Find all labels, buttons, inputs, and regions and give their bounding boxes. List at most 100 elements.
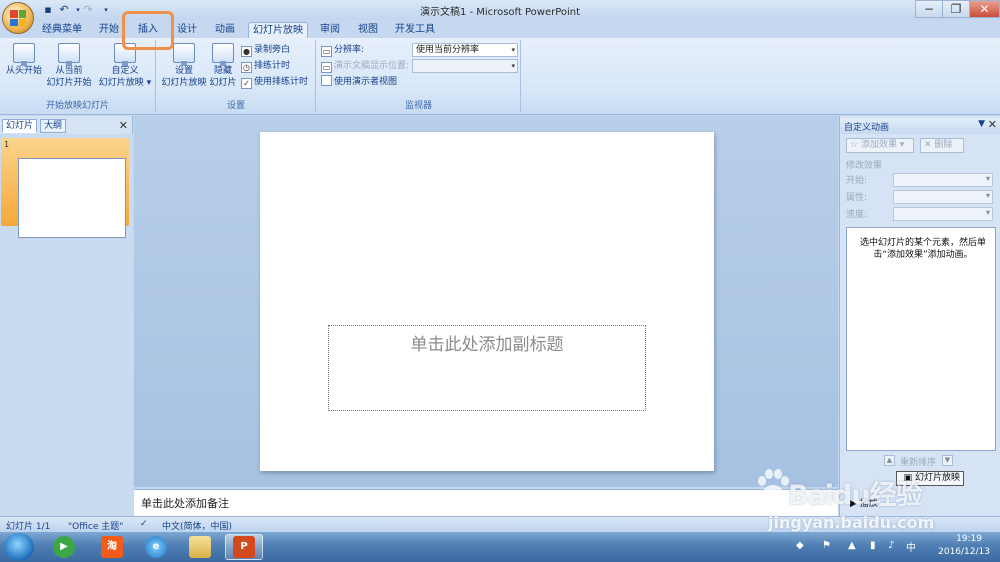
reorder-label: 重新排序 [900,458,937,468]
use-rehearsed-timings-checkbox[interactable]: ✓ 使用排练计时 [241,75,308,89]
signal-icon[interactable]: ▮ [870,540,876,551]
volume-icon[interactable]: ♪ [888,540,894,551]
tab-developer[interactable]: 开发工具 [392,22,438,39]
start-button[interactable] [4,533,34,561]
taskbar-taobao[interactable]: 淘 [93,534,131,560]
slide-editing-area: 单击此处添加副标题 [134,116,838,487]
speed-select[interactable] [893,207,993,221]
setup-label-1: 设置 [174,66,193,76]
tab-outline[interactable]: 大纲 [40,119,67,133]
taobao-icon: 淘 [101,536,123,558]
from-current-label-1: 从当前 [55,66,83,76]
remove-button[interactable]: ✕ 删除 [920,138,964,153]
tab-view[interactable]: 视图 [353,22,383,39]
clock-time[interactable]: 19:19 [956,534,982,544]
taskbar-ie[interactable]: e [137,534,175,560]
from-beginning-label: 从头开始 [5,66,42,76]
insert-tab-highlight [122,11,174,50]
group-label-monitors: 监视器 [404,101,432,111]
tab-slides[interactable]: 幻灯片 [2,119,38,133]
tab-slide-show[interactable]: 幻灯片放映 [248,22,308,39]
from-current-label-2: 幻灯片开始 [46,78,92,88]
add-effect-button[interactable]: ☆ 添加效果 ▾ [846,138,914,153]
presenter-view-checkbox[interactable]: 使用演示者视图 [321,75,397,89]
close-button[interactable]: ✕ [969,0,1000,18]
use-rehearsed-timings-label: 使用排练计时 [254,77,309,87]
clock-date[interactable]: 2016/12/13 [938,547,990,557]
taskbar-explorer[interactable] [181,534,219,560]
microphone-icon: ● [241,46,252,57]
tab-classic-menu[interactable]: 经典菜单 [40,22,84,39]
taskbar-media-player[interactable]: ▶ [45,534,83,560]
flag-icon[interactable]: ▲ [848,540,856,551]
monitor-icon: ▭ [321,46,332,57]
spell-check-icon[interactable]: ✓ [140,519,148,529]
system-tray: ◆ ⚑ ▲ ▮ ♪ 中 19:19 2016/12/13 [770,532,1000,562]
projector-icon [13,43,35,66]
monitor-icon: ▭ [321,62,332,73]
resolution-label-text: 分辨率: [334,45,365,55]
language[interactable]: 中文(简体，中国) [162,519,232,532]
rehearse-timings-button[interactable]: ◷ 排练计时 [241,59,290,73]
resolution-value: 使用当前分辨率 [416,45,480,55]
media-player-icon: ▶ [53,536,75,558]
internet-explorer-icon: e [145,536,167,558]
resolution-label: ▭ 分辨率: [321,43,364,57]
clock-icon: ◷ [241,62,252,73]
show-on-select[interactable]: ▾ [412,59,518,73]
powerpoint-icon: P [233,536,255,558]
play-icon: ▶ [850,499,860,509]
tab-home[interactable]: 开始 [94,22,124,39]
slide-show-button[interactable]: ▣ 幻灯片放映 [896,471,964,486]
hide-slide-button[interactable]: 隐藏 幻灯片 [207,43,239,89]
from-current-slide-button[interactable]: 从当前 幻灯片开始 [44,43,94,89]
hide-label-2: 幻灯片 [209,78,237,88]
minimize-button[interactable]: − [915,0,943,18]
slides-panel: 幻灯片 大纲 ✕ 1 [0,116,133,516]
preview-button[interactable]: ▶ 播放 [850,496,878,509]
group-start-slide-show: 从头开始 从当前 幻灯片开始 自定义 幻灯片放映 ▾ 开始放映幻灯片 [0,40,156,112]
chevron-down-icon[interactable]: ▼ [978,119,985,129]
thumbnail-list: 1 [0,134,133,516]
network-icon[interactable]: ◆ [796,540,804,551]
remove-label: 删除 [934,140,953,150]
property-select[interactable] [893,190,993,204]
animation-list[interactable]: 选中幻灯片的某个元素，然后单击“添加效果”添加动画。 [846,227,996,451]
slideshow-icon: ▣ [903,473,915,483]
custom-label-2: 幻灯片放映 ▾ [98,78,152,88]
record-narration-button[interactable]: ● 录制旁白 [241,43,290,57]
group-label-setup: 设置 [226,101,245,111]
task-pane-title: 自定义动画 [844,123,890,133]
close-icon[interactable]: ✕ [988,118,997,131]
ime-indicator[interactable]: 中 [906,539,916,554]
slides-panel-tabs: 幻灯片 大纲 ✕ [0,118,133,133]
chevron-down-icon: ▾ [511,62,515,70]
group-monitors: ▭ 分辨率: 使用当前分辨率 ▾ ▭ 演示文稿显示位置: ▾ 使用演示者视图 监视器 [317,40,521,112]
arrow-down-icon[interactable]: ▼ [942,455,953,466]
modify-effect-label: 修改效果 [846,161,883,171]
from-beginning-button[interactable]: 从头开始 [4,43,44,77]
notes-pane[interactable]: 单击此处添加备注 [134,489,838,516]
slide-show-label: 幻灯片放映 [914,473,960,483]
checkbox-checked-icon: ✓ [241,78,252,89]
animation-hint: 选中幻灯片的某个元素，然后单击“添加效果”添加动画。 [859,238,986,260]
taskbar-powerpoint[interactable]: P [225,534,263,560]
subtitle-placeholder-text: 单击此处添加副标题 [410,335,564,355]
subtitle-placeholder[interactable]: 单击此处添加副标题 [328,325,646,411]
restore-button[interactable]: ❐ [942,0,970,18]
hide-slide-icon [212,43,234,66]
slide-thumbnail[interactable] [18,158,126,238]
tab-animations[interactable]: 动画 [210,22,240,39]
tab-review[interactable]: 审阅 [315,22,345,39]
status-bar: 幻灯片 1/1 "Office 主题" ✓ 中文(简体，中国) [0,516,1000,532]
resolution-select[interactable]: 使用当前分辨率 ▾ [412,43,518,57]
shield-icon[interactable]: ⚑ [822,540,831,551]
office-button[interactable] [2,2,34,34]
close-icon[interactable]: ✕ [119,119,128,132]
start-select[interactable] [893,173,993,187]
arrow-up-icon[interactable]: ▲ [884,455,895,466]
notes-placeholder: 单击此处添加备注 [141,497,229,510]
slide-number: 1 [4,140,10,149]
slide-canvas[interactable]: 单击此处添加副标题 [260,132,714,471]
tab-design[interactable]: 设计 [172,22,202,39]
